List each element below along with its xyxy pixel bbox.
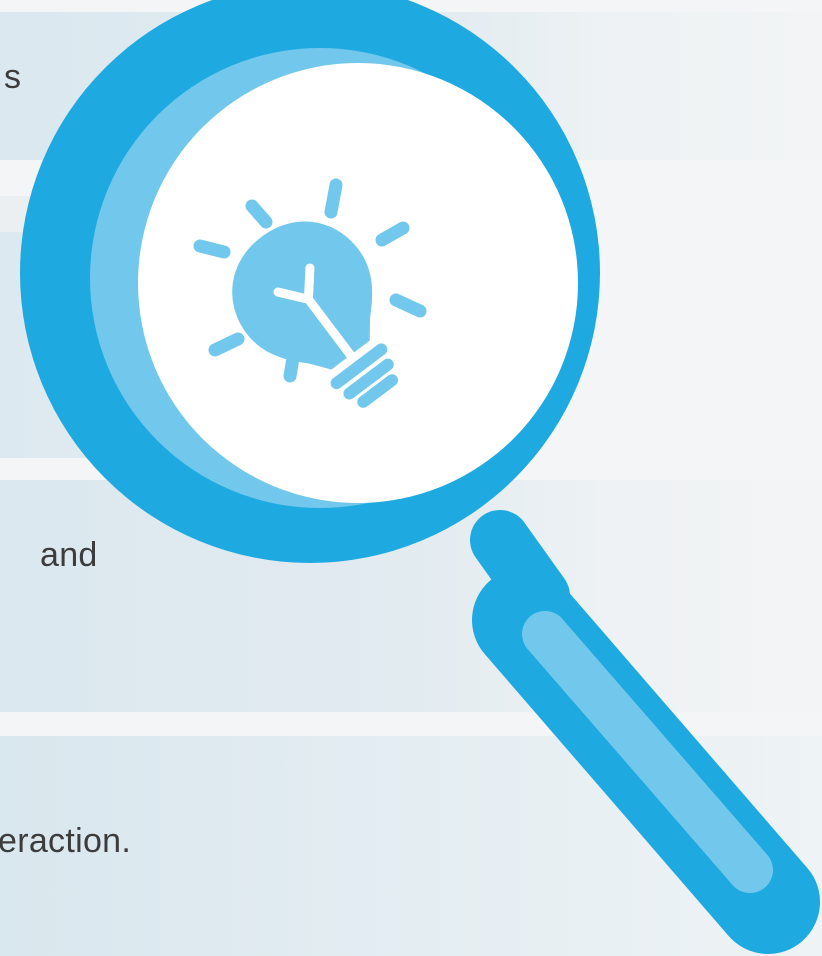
magnifying-glass-lightbulb-icon	[20, 0, 820, 954]
magnifier-handle	[470, 510, 820, 954]
